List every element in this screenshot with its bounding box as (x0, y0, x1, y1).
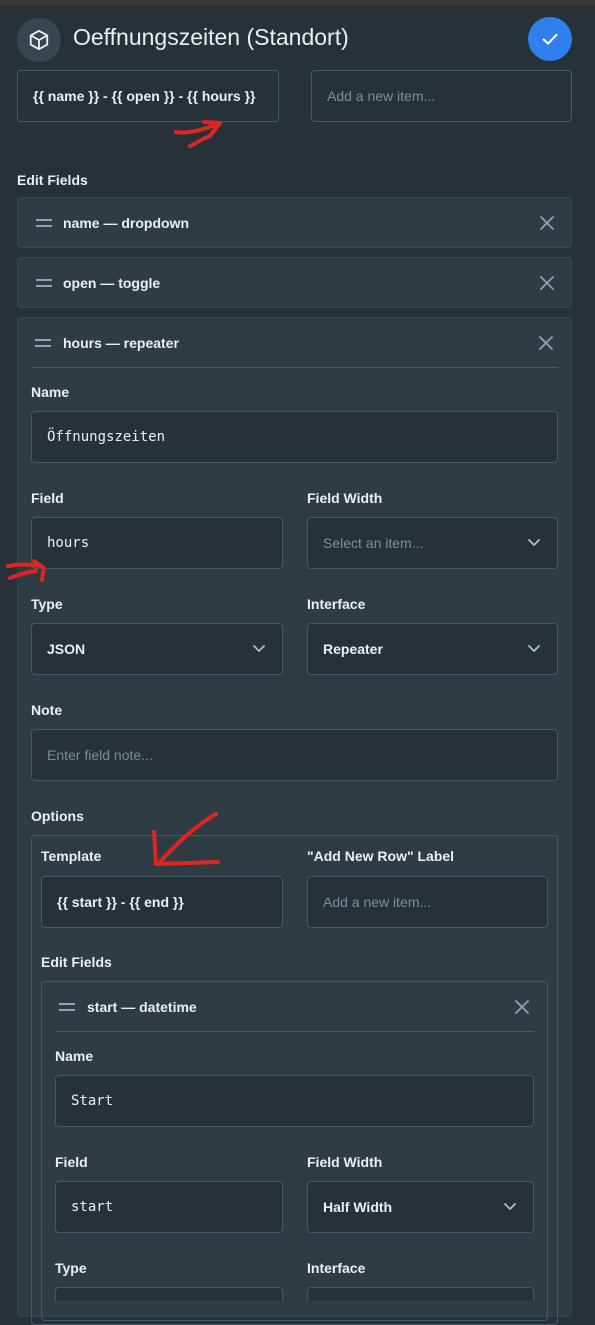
options-edit-fields-label: Edit Fields (41, 954, 112, 970)
display-template-input[interactable]: {{ name }} - {{ open }} - {{ hours }} (17, 70, 279, 122)
template-label: Template (41, 848, 102, 864)
field-row-open[interactable]: open — toggle (17, 257, 572, 308)
type-label: Type (31, 596, 63, 612)
field-row-label: start — datetime (87, 999, 197, 1015)
close-icon[interactable] (539, 275, 555, 291)
edit-fields-label: Edit Fields (17, 172, 88, 188)
add-new-row-input[interactable]: Add a new item... (307, 876, 548, 928)
options-label: Options (31, 808, 84, 824)
add-row-label-input[interactable]: Add a new item... (311, 70, 572, 122)
start-type-select[interactable] (55, 1287, 283, 1301)
field-row-label: hours — repeater (63, 335, 179, 351)
annotation-arrow-icon (6, 559, 46, 582)
close-icon[interactable] (514, 999, 530, 1015)
note-label: Note (31, 702, 63, 718)
field-panel-start (41, 981, 548, 1321)
close-icon[interactable] (538, 335, 554, 351)
start-field-width-select[interactable]: Half Width (307, 1181, 534, 1233)
field-row-label: open — toggle (63, 275, 161, 291)
drag-handle-icon[interactable] (35, 339, 51, 347)
close-icon[interactable] (539, 215, 555, 231)
start-interface-select[interactable] (307, 1287, 534, 1301)
drag-handle-icon[interactable] (59, 1003, 75, 1011)
interface-label: Interface (307, 596, 366, 612)
field-label: Field (31, 490, 64, 506)
field-width-label: Field Width (307, 490, 383, 506)
options-template-input[interactable]: {{ start }} - {{ end }} (41, 876, 283, 928)
start-field-label: Field (55, 1154, 88, 1170)
annotation-arrow-icon (174, 120, 222, 148)
annotation-arrow-icon (152, 812, 220, 866)
drawer-header: Oeffnungszeiten (Standort) (0, 5, 595, 71)
start-field-width-label: Field Width (307, 1154, 383, 1170)
note-input[interactable]: Enter field note... (31, 729, 558, 781)
chevron-down-icon (253, 645, 265, 652)
field-key-input[interactable]: hours (31, 517, 283, 569)
check-icon (542, 33, 558, 45)
field-row-name[interactable]: name — dropdown (17, 197, 572, 248)
drag-handle-icon[interactable] (36, 219, 52, 227)
chevron-down-icon (528, 539, 540, 546)
name-input[interactable]: Öffnungszeiten (31, 411, 558, 463)
divider (31, 367, 558, 368)
interface-select[interactable]: Repeater (307, 623, 558, 675)
chevron-down-icon (528, 645, 540, 652)
save-button[interactable] (528, 17, 572, 61)
start-name-label: Name (55, 1048, 94, 1064)
field-width-select[interactable]: Select an item... (307, 517, 558, 569)
start-interface-label: Interface (307, 1260, 366, 1276)
page-title: Oeffnungszeiten (Standort) (73, 24, 349, 50)
cube-icon (17, 18, 61, 62)
type-select[interactable]: JSON (31, 623, 283, 675)
start-type-label: Type (55, 1260, 87, 1276)
chevron-down-icon (504, 1203, 516, 1210)
start-name-input[interactable]: Start (55, 1075, 534, 1127)
start-field-key-input[interactable]: start (55, 1181, 283, 1233)
add-new-row-label: "Add New Row" Label (307, 848, 455, 864)
name-label: Name (31, 384, 70, 400)
field-row-label: name — dropdown (63, 215, 189, 231)
divider (55, 1031, 534, 1032)
drag-handle-icon[interactable] (36, 279, 52, 287)
